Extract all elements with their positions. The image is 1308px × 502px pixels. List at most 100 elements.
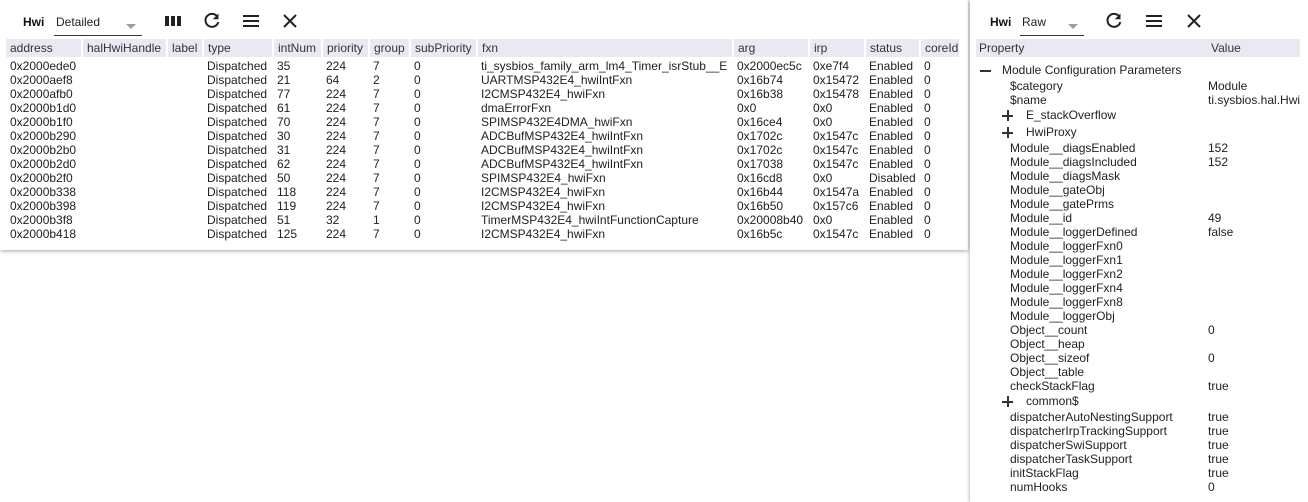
close-button[interactable] — [280, 11, 300, 31]
table-cell-subpriority: 0 — [414, 185, 421, 199]
table-row[interactable]: 0x2000b338 Dispatched 118 224 7 0 I2CMSP432E4_… — [6, 185, 960, 199]
property-row[interactable]: Object__count 0 — [970, 323, 1308, 337]
column-header-property[interactable]: Property — [979, 41, 1024, 55]
property-row[interactable]: Module__loggerFxn4 — [970, 281, 1308, 295]
property-row[interactable]: Object__sizeof 0 — [970, 351, 1308, 365]
table-cell-type: Dispatched — [207, 115, 268, 129]
table-cell-arg: 0x16b50 — [737, 199, 784, 213]
table-cell-fxn: dmaErrorFxn — [481, 101, 552, 115]
property-value: false — [1208, 225, 1234, 239]
table-row[interactable]: 0x2000b290 Dispatched 30 224 7 0 ADCBufMSP432E… — [6, 129, 960, 143]
table-cell-coreid: 0 — [924, 199, 931, 213]
menu-button[interactable] — [1144, 11, 1164, 31]
property-row[interactable]: dispatcherSwiSupport true — [970, 438, 1308, 452]
property-row[interactable]: dispatcherAutoNestingSupport true — [970, 410, 1308, 424]
property-row[interactable]: Module__gateObj — [970, 183, 1308, 197]
column-header[interactable]: fxn — [477, 39, 734, 57]
table-row[interactable]: 0x2000b3f8 Dispatched 51 32 1 0 TimerMSP432E4_… — [6, 213, 960, 227]
table-row[interactable]: 0x2000b1d0 Dispatched 61 224 7 0 dmaErrorFxn 0x… — [6, 101, 960, 115]
table-cell-intnum: 62 — [277, 157, 291, 171]
column-header[interactable]: arg — [733, 39, 810, 57]
refresh-button[interactable] — [202, 11, 222, 31]
refresh-button[interactable] — [1104, 11, 1124, 31]
column-header[interactable]: label — [167, 39, 204, 57]
section-module-configuration[interactable]: Module Configuration Parameters — [970, 62, 1308, 79]
property-row[interactable]: Module__loggerFxn0 — [970, 239, 1308, 253]
tree-node-collapsed[interactable]: HwiProxy — [970, 124, 1308, 141]
property-row[interactable]: dispatcherTaskSupport true — [970, 452, 1308, 466]
property-row[interactable]: Module__diagsEnabled 152 — [970, 141, 1308, 155]
property-value: 49 — [1208, 211, 1222, 225]
collapse-icon[interactable] — [980, 63, 992, 77]
tree-node-collapsed[interactable]: E_stackOverflow — [970, 107, 1308, 124]
column-header[interactable]: group — [369, 39, 411, 57]
column-header-value[interactable]: Value — [1211, 41, 1241, 55]
expand-icon[interactable] — [1002, 125, 1014, 139]
property-row[interactable]: Module__loggerObj — [970, 309, 1308, 323]
column-header[interactable]: type — [203, 39, 274, 57]
table-row[interactable]: 0x2000ede0 Dispatched 35 224 7 0 ti_sysbios_fa… — [6, 57, 960, 73]
table-cell-fxn: I2CMSP432E4_hwiFxn — [481, 199, 606, 213]
property-row[interactable]: Module__gatePrms — [970, 197, 1308, 211]
expand-icon[interactable] — [1002, 108, 1014, 122]
table-cell-priority: 224 — [326, 157, 347, 171]
menu-button[interactable] — [241, 11, 261, 31]
property-row[interactable]: Object__table — [970, 365, 1308, 379]
table-row[interactable]: 0x2000afb0 Dispatched 77 224 7 0 I2CMSP432E4_h… — [6, 87, 960, 101]
table-cell-fxn: TimerMSP432E4_hwiIntFunctionCapture — [481, 213, 699, 227]
property-row[interactable]: initStackFlag true — [970, 466, 1308, 480]
property-name: numHooks — [1010, 480, 1068, 494]
table-cell-intnum: 30 — [277, 129, 291, 143]
table-row[interactable]: 0x2000aef8 Dispatched 21 64 2 0 UARTMSP432E4_h… — [6, 73, 960, 87]
column-header[interactable]: irp — [809, 39, 866, 57]
property-row[interactable]: Module__loggerFxn1 — [970, 253, 1308, 267]
view-mode-select[interactable]: Detailed — [54, 7, 142, 36]
column-header[interactable]: intNum — [273, 39, 323, 57]
property-row[interactable]: Module__id 49 — [970, 211, 1308, 225]
close-button[interactable] — [1184, 11, 1204, 31]
right-toolbar: Hwi Raw — [970, 0, 1308, 40]
column-header[interactable]: subPriority — [410, 39, 478, 57]
table-row[interactable]: 0x2000b2d0 Dispatched 62 224 7 0 ADCBufMSP432E… — [6, 157, 960, 171]
columns-button[interactable] — [164, 11, 184, 31]
expand-icon[interactable] — [1002, 394, 1014, 408]
table-cell-address: 0x2000b2f0 — [10, 171, 73, 185]
column-header[interactable]: halHwiHandle — [82, 39, 168, 57]
property-value: 0 — [1208, 351, 1215, 365]
property-row[interactable]: Object__heap — [970, 337, 1308, 351]
table-cell-subpriority: 0 — [414, 143, 421, 157]
property-row[interactable]: Module__loggerFxn2 — [970, 267, 1308, 281]
property-name: E_stackOverflow — [1026, 108, 1117, 122]
table-row[interactable]: 0x2000b2f0 Dispatched 50 224 7 0 SPIMSP432E4_h… — [6, 171, 960, 185]
property-row[interactable]: numHooks 0 — [970, 480, 1308, 494]
menu-icon — [1146, 15, 1162, 27]
property-row[interactable]: $name ti.sysbios.hal.Hwi — [970, 93, 1308, 107]
table-row[interactable]: 0x2000b1f0 Dispatched 70 224 7 0 SPIMSP432E4DM… — [6, 115, 960, 129]
property-value: 0 — [1208, 480, 1215, 494]
table-cell-group: 2 — [373, 73, 380, 87]
table-row[interactable]: 0x2000b398 Dispatched 119 224 7 0 I2CMSP432E4_… — [6, 199, 960, 213]
property-row[interactable]: Module__diagsIncluded 152 — [970, 155, 1308, 169]
table-cell-subpriority: 0 — [414, 129, 421, 143]
property-row[interactable]: checkStackFlag true — [970, 379, 1308, 393]
property-value: true — [1208, 466, 1229, 480]
column-header[interactable]: status — [865, 39, 921, 57]
column-header[interactable]: address — [6, 39, 83, 57]
property-value: ti.sysbios.hal.Hwi — [1208, 93, 1301, 107]
property-name: dispatcherIrpTrackingSupport — [1010, 424, 1167, 438]
property-row[interactable]: $category Module — [970, 79, 1308, 93]
tree-node-collapsed[interactable]: common$ — [970, 393, 1308, 410]
property-name: initStackFlag — [1010, 466, 1079, 480]
property-row[interactable]: dispatcherIrpTrackingSupport true — [970, 424, 1308, 438]
table-cell-subpriority: 0 — [414, 87, 421, 101]
property-row[interactable]: Module__loggerFxn8 — [970, 295, 1308, 309]
column-header[interactable]: coreId — [920, 39, 961, 57]
property-row[interactable]: Module__loggerDefined false — [970, 225, 1308, 239]
table-row[interactable]: 0x2000b2b0 Dispatched 31 224 7 0 ADCBufMSP432E… — [6, 143, 960, 157]
column-header[interactable]: priority — [322, 39, 370, 57]
property-row[interactable]: Module__diagsMask — [970, 169, 1308, 183]
table-cell-priority: 224 — [326, 115, 347, 129]
table-row[interactable]: 0x2000b418 Dispatched 125 224 7 0 I2CMSP432E4_… — [6, 227, 960, 241]
view-mode-select[interactable]: Raw — [1020, 7, 1084, 36]
table-cell-halhwihandle — [82, 129, 167, 143]
